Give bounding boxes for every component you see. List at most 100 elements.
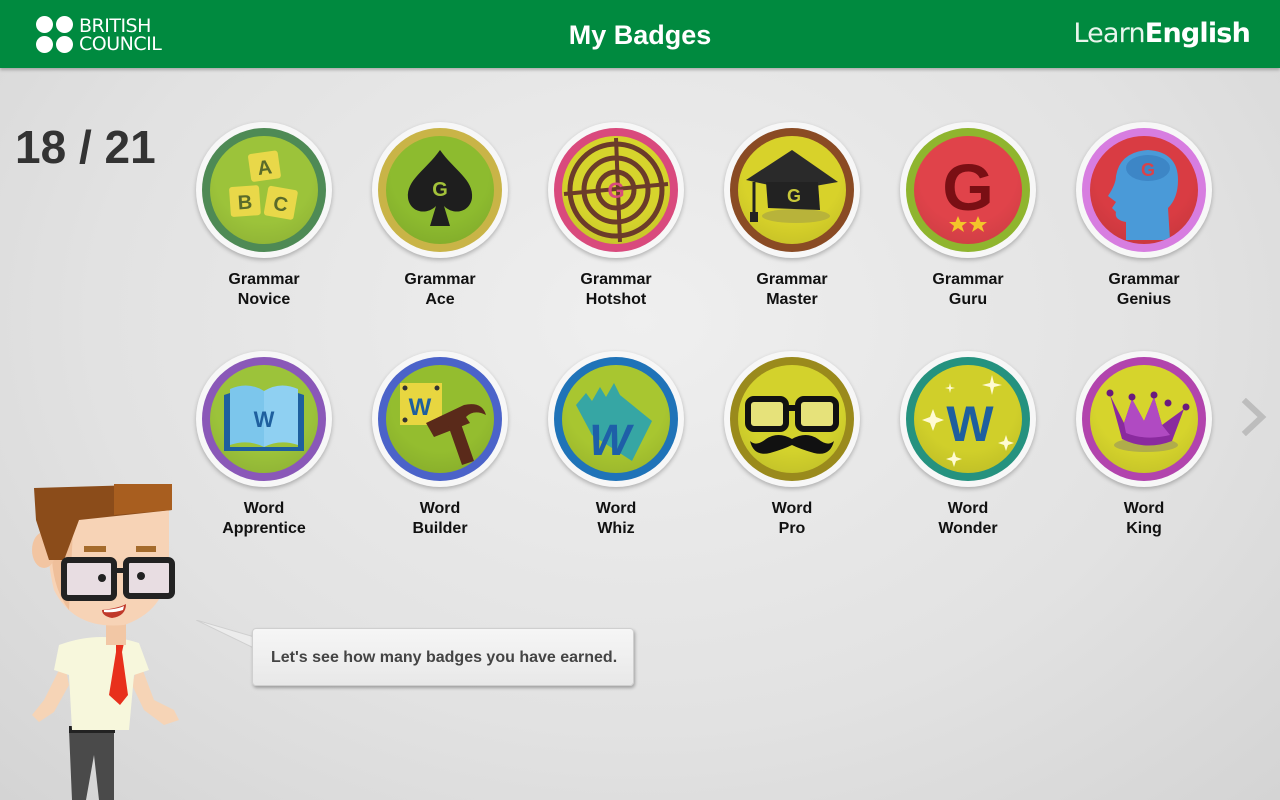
badge-word-pro[interactable]: Word Pro bbox=[722, 351, 862, 539]
badge-face: A B C bbox=[210, 136, 318, 244]
badge-word-apprentice[interactable]: W Word Apprentice bbox=[194, 351, 334, 539]
badge-disc bbox=[724, 351, 860, 487]
g-stars-icon: G bbox=[942, 150, 994, 232]
badge-ring: G bbox=[554, 128, 678, 252]
badge-label-line1: Grammar bbox=[228, 271, 300, 288]
speech-bubble-tail bbox=[196, 620, 258, 650]
badge-grammar-master[interactable]: G Grammar Master bbox=[722, 122, 862, 310]
badge-face bbox=[738, 365, 846, 473]
logo-english: English bbox=[1144, 18, 1251, 49]
badge-word-whiz[interactable]: W Word Whiz bbox=[546, 351, 686, 539]
badge-label-line1: Word bbox=[419, 500, 461, 517]
target-icon: G bbox=[563, 137, 669, 243]
badge-disc: G bbox=[724, 122, 860, 258]
badge-disc bbox=[1076, 351, 1212, 487]
badge-ring: A B C bbox=[202, 128, 326, 252]
svg-text:B: B bbox=[237, 192, 253, 215]
badge-disc: G bbox=[372, 122, 508, 258]
badge-label: Word Pro bbox=[722, 499, 862, 539]
badge-grammar-novice[interactable]: A B C Grammar Novice bbox=[194, 122, 334, 310]
mascot-character bbox=[32, 484, 179, 800]
badge-label: Grammar Genius bbox=[1074, 270, 1214, 310]
badge-face: G bbox=[386, 136, 494, 244]
svg-text:G: G bbox=[607, 178, 624, 203]
logo-learn: Learn bbox=[1073, 18, 1145, 49]
top-bar: BRITISH COUNCIL My Badges LearnEnglish bbox=[0, 0, 1280, 68]
badge-label-line1: Word bbox=[1123, 500, 1165, 517]
badge-word-wonder[interactable]: W Word Wonder bbox=[898, 351, 1038, 539]
badge-face: G bbox=[1090, 136, 1198, 244]
badge-label-line2: Wonder bbox=[938, 520, 998, 537]
badge-disc: W bbox=[196, 351, 332, 487]
badge-grammar-ace[interactable]: G Grammar Ace bbox=[370, 122, 510, 310]
head-icon: G bbox=[1108, 150, 1178, 240]
badge-grammar-hotshot[interactable]: G Grammar Hotshot bbox=[546, 122, 686, 310]
badge-ring: G bbox=[906, 128, 1030, 252]
next-page-arrow-icon[interactable] bbox=[1240, 398, 1268, 436]
book-icon: W bbox=[224, 385, 304, 451]
badge-word-king[interactable]: Word King bbox=[1074, 351, 1214, 539]
badge-ring bbox=[1082, 357, 1206, 481]
speed-w-icon: W bbox=[576, 383, 652, 465]
badge-disc: G bbox=[548, 122, 684, 258]
badge-label-line2: Genius bbox=[1116, 291, 1172, 308]
badge-label-line1: Grammar bbox=[1108, 271, 1180, 288]
badge-disc: G bbox=[900, 122, 1036, 258]
badge-label-line1: Word bbox=[947, 500, 989, 517]
svg-text:W: W bbox=[946, 396, 994, 452]
badge-label-line2: Hotshot bbox=[585, 291, 647, 308]
sparkle-w-icon: W bbox=[922, 375, 1014, 467]
crown-icon bbox=[1106, 389, 1190, 452]
badge-label-line2: Novice bbox=[237, 291, 291, 308]
svg-text:G: G bbox=[432, 179, 448, 201]
svg-text:G: G bbox=[787, 186, 801, 206]
badge-word-builder[interactable]: W Word Builder bbox=[370, 351, 510, 539]
badge-face: W bbox=[386, 365, 494, 473]
badge-counter: 18 / 21 bbox=[15, 121, 156, 173]
badge-label-line2: Builder bbox=[412, 520, 468, 537]
spade-icon: G bbox=[407, 150, 473, 226]
badge-label: Word King bbox=[1074, 499, 1214, 539]
badge-label-line1: Grammar bbox=[756, 271, 828, 288]
badge-disc: W bbox=[372, 351, 508, 487]
badge-ring: G bbox=[730, 128, 854, 252]
badge-label-line2: Ace bbox=[425, 291, 455, 308]
badge-face: W bbox=[914, 365, 1022, 473]
speech-text: Let's see how many badges you have earne… bbox=[271, 649, 618, 666]
badge-label-line1: Word bbox=[595, 500, 637, 517]
badge-label: Grammar Hotshot bbox=[546, 270, 686, 310]
badge-face: W bbox=[562, 365, 670, 473]
badge-disc: G bbox=[1076, 122, 1212, 258]
badge-disc: A B C bbox=[196, 122, 332, 258]
svg-text:A: A bbox=[256, 156, 273, 180]
badge-ring: W bbox=[906, 357, 1030, 481]
svg-text:G: G bbox=[942, 150, 993, 224]
badge-label: Word Apprentice bbox=[194, 499, 334, 539]
badge-label: Grammar Master bbox=[722, 270, 862, 310]
badge-grammar-guru[interactable]: G Grammar Guru bbox=[898, 122, 1038, 310]
badge-face: G bbox=[914, 136, 1022, 244]
hammer-icon: W bbox=[400, 383, 486, 465]
badge-label-line1: Grammar bbox=[404, 271, 476, 288]
badge-grammar-genius[interactable]: G Grammar Genius bbox=[1074, 122, 1214, 310]
badge-disc: W bbox=[548, 351, 684, 487]
badge-label-line2: Pro bbox=[778, 520, 806, 537]
badge-face: G bbox=[562, 136, 670, 244]
badge-ring: W bbox=[202, 357, 326, 481]
badge-label-line1: Word bbox=[771, 500, 813, 517]
glasses-mustache-icon bbox=[745, 396, 839, 454]
svg-text:G: G bbox=[1141, 160, 1155, 180]
badge-label-line1: Word bbox=[243, 500, 285, 517]
learnenglish-logo: LearnEnglish bbox=[1073, 18, 1250, 49]
badge-label: Grammar Ace bbox=[370, 270, 510, 310]
badge-label: Word Wonder bbox=[898, 499, 1038, 539]
badge-face: G bbox=[738, 136, 846, 244]
graduation-cap-icon: G bbox=[746, 150, 838, 223]
svg-text:W: W bbox=[254, 407, 275, 432]
badge-face: W bbox=[210, 365, 318, 473]
badge-label-line2: Apprentice bbox=[222, 520, 306, 537]
badge-ring: W bbox=[554, 357, 678, 481]
badge-label-line2: Whiz bbox=[597, 520, 635, 537]
speech-bubble: Let's see how many badges you have earne… bbox=[252, 628, 634, 686]
badge-ring: W bbox=[378, 357, 502, 481]
